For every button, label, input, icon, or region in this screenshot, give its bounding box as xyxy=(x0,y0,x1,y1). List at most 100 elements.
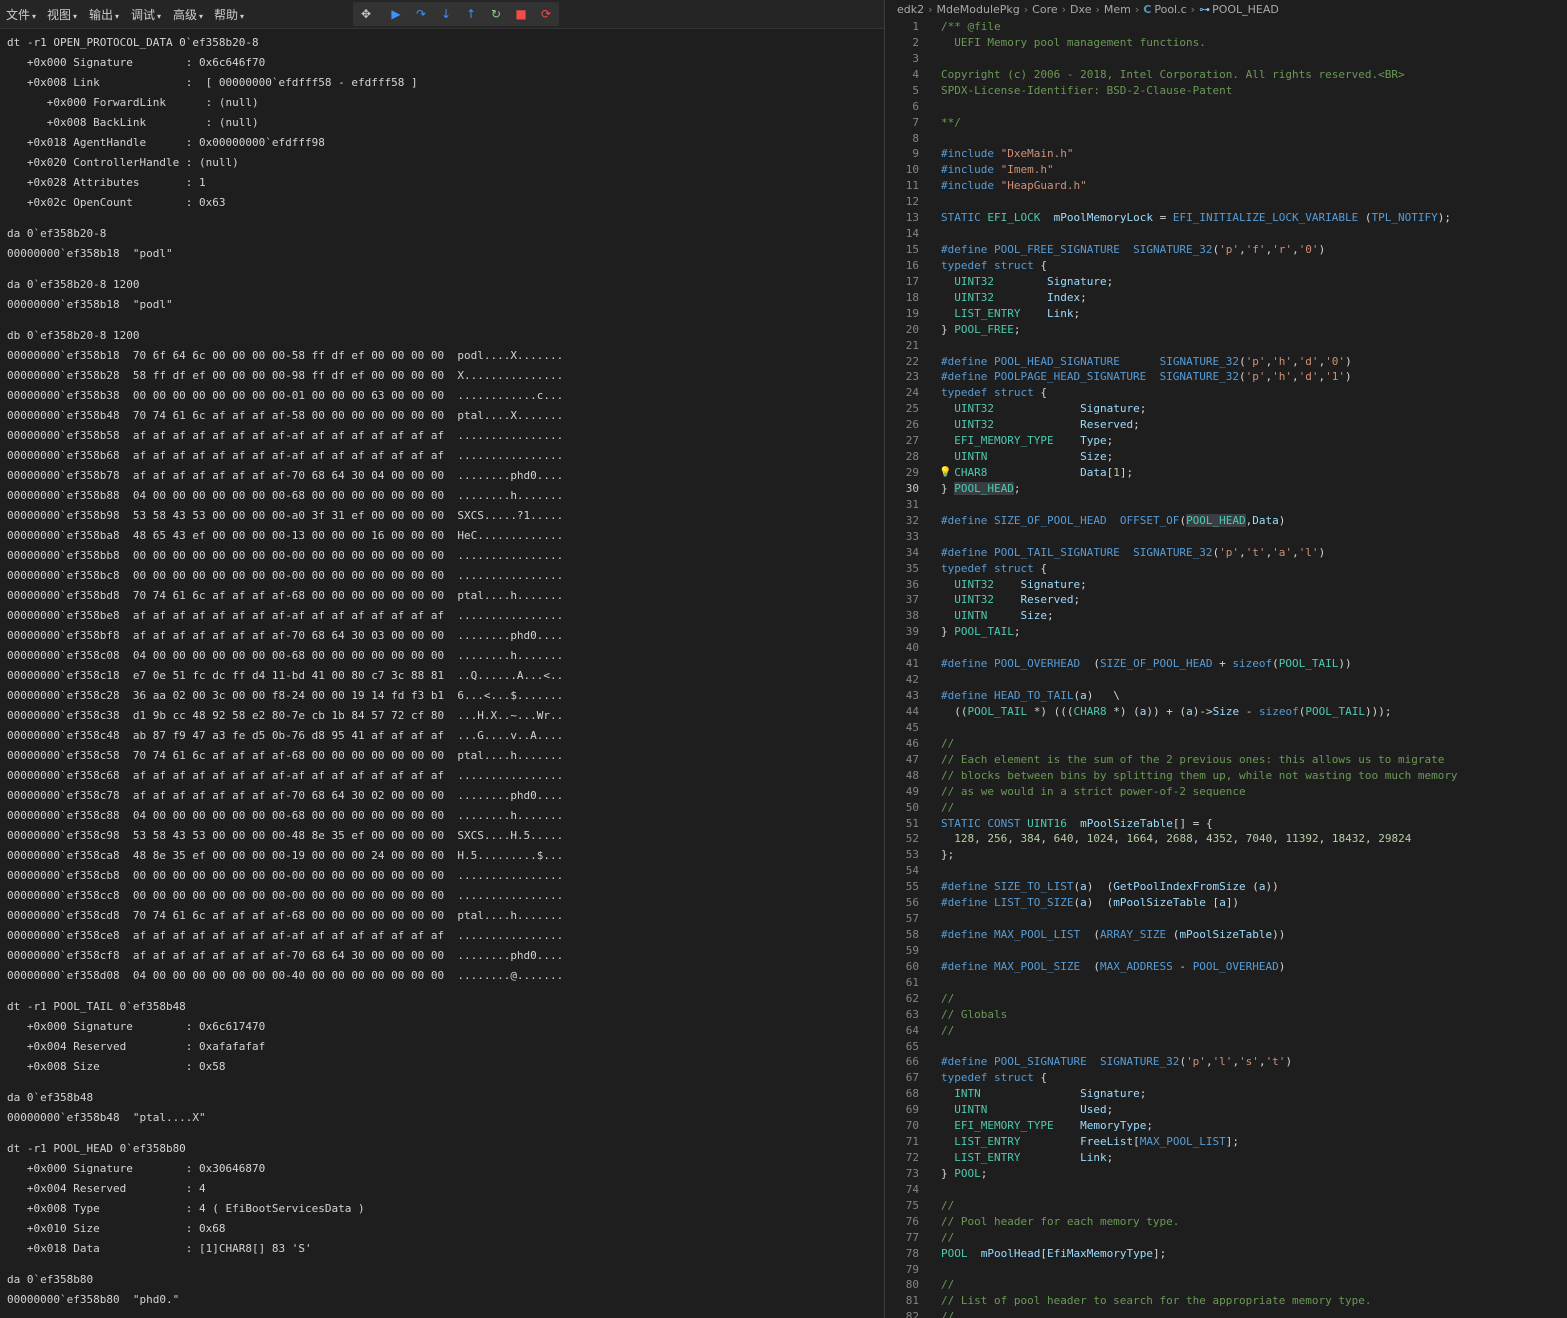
menu-item-label: 视图 xyxy=(47,8,72,22)
menu-item-label: 输出 xyxy=(89,8,114,22)
line-number: 56 xyxy=(905,896,919,910)
stop-icon[interactable]: ■ xyxy=(512,5,530,23)
menu-item[interactable]: 输出 ▾ xyxy=(89,6,119,23)
line-number: 48 xyxy=(905,768,919,782)
menu-item[interactable]: 文件 ▾ xyxy=(6,6,36,23)
disconnect-icon[interactable]: ⟳ xyxy=(537,5,555,23)
menu-item[interactable]: 调试 ▾ xyxy=(131,6,161,23)
console-line: 00000000`ef358b38 00 00 00 00 00 00 00 0… xyxy=(7,389,564,402)
menu-item-label: 文件 xyxy=(6,8,31,22)
breadcrumb-item[interactable]: MdeModulePkg xyxy=(937,3,1020,16)
console-line: +0x000 Signature : 0x6c646f70 xyxy=(7,56,266,69)
restart-icon[interactable]: ↻ xyxy=(487,5,505,23)
line-number: 6 xyxy=(912,99,919,113)
console-line: 00000000`ef358b98 53 58 43 53 00 00 00 0… xyxy=(7,509,564,522)
console-line: +0x000 Signature : 0x6c617470 xyxy=(7,1020,266,1033)
line-number: 75 xyxy=(905,1198,919,1212)
code-text: // xyxy=(941,1310,955,1318)
line-number: 46 xyxy=(905,736,919,750)
code-text: UINT32 Signature; xyxy=(954,577,1087,591)
line-number: 52 xyxy=(905,832,919,846)
console-line: 00000000`ef358ba8 48 65 43 ef 00 00 00 0… xyxy=(7,529,564,542)
code-text: STATIC EFI_LOCK mPoolMemoryLock = EFI_IN… xyxy=(941,211,1451,225)
code-text: #include "HeapGuard.h" xyxy=(941,179,1087,193)
code-text: // xyxy=(941,1278,955,1292)
line-number: 55 xyxy=(905,880,919,894)
console-line: 00000000`ef358c18 e7 0e 51 fc dc ff d4 1… xyxy=(7,669,564,682)
continue-icon[interactable]: ▶ xyxy=(387,5,405,23)
console-line: 00000000`ef358c98 53 58 43 53 00 00 00 0… xyxy=(7,829,564,842)
line-number: 25 xyxy=(905,402,919,416)
breadcrumb-item[interactable]: edk2 xyxy=(897,3,924,16)
code-text: // blocks between bins by splitting them… xyxy=(941,768,1458,782)
console-line: 00000000`ef358b58 af af af af af af af a… xyxy=(7,429,564,442)
code-text: #define POOL_FREE_SIGNATURE SIGNATURE_32… xyxy=(941,243,1326,257)
console-line: 00000000`ef358bb8 00 00 00 00 00 00 00 0… xyxy=(7,549,564,562)
move-handle-icon[interactable]: ✥ xyxy=(357,5,375,23)
console-line: 00000000`ef358c48 ab 87 f9 47 a3 fe d5 0… xyxy=(7,729,564,742)
code-text: } POOL_HEAD; xyxy=(941,481,1021,495)
code-text: // xyxy=(941,736,955,750)
console-line: da 0`ef358b20-8 1200 xyxy=(7,278,140,291)
line-number: 41 xyxy=(905,657,919,671)
lightbulb-icon[interactable]: 💡 xyxy=(939,465,951,481)
console-line: 00000000`ef358ca8 48 8e 35 ef 00 00 00 0… xyxy=(7,849,564,862)
code-text: UINTN Size; xyxy=(954,609,1054,623)
console-line: da 0`ef358b80 xyxy=(7,1273,94,1286)
line-number: 79 xyxy=(905,1262,919,1276)
code-text: } POOL_TAIL; xyxy=(941,625,1021,639)
menu-item[interactable]: 高级 ▾ xyxy=(173,6,203,23)
c-file-icon: C xyxy=(1143,3,1152,16)
line-number: 81 xyxy=(905,1294,919,1308)
line-number: 15 xyxy=(905,243,919,257)
code-text: // xyxy=(941,1023,955,1037)
breadcrumb-item[interactable]: Dxe xyxy=(1070,3,1091,16)
console-line: +0x008 BackLink : (null) xyxy=(7,116,259,129)
code-text: Copyright (c) 2006 - 2018, Intel Corpora… xyxy=(941,67,1405,81)
line-number: 28 xyxy=(905,450,919,464)
struct-symbol-icon: ⊶ xyxy=(1199,3,1211,16)
code-text: CHAR8 Data[1]; xyxy=(954,466,1134,480)
line-number: 13 xyxy=(905,211,919,225)
menu-item-label: 帮助 xyxy=(214,8,239,22)
line-number: 9 xyxy=(912,147,919,161)
console-line: 00000000`ef358c78 af af af af af af af a… xyxy=(7,789,564,802)
console-line: 00000000`ef358cf8 af af af af af af af a… xyxy=(7,949,564,962)
line-number: 34 xyxy=(905,545,919,559)
code-text: #define POOL_SIGNATURE SIGNATURE_32('p',… xyxy=(941,1055,1293,1069)
breadcrumb-item[interactable]: POOL_HEAD xyxy=(1212,3,1279,16)
line-number: 40 xyxy=(905,641,919,655)
code-text: // Globals xyxy=(941,1007,1008,1021)
line-number: 22 xyxy=(905,354,919,368)
step-into-icon[interactable]: ↓ xyxy=(437,5,455,23)
line-number: 14 xyxy=(905,227,919,241)
code-text: // xyxy=(941,800,955,814)
line-number: 20 xyxy=(905,322,919,336)
line-number: 63 xyxy=(905,1007,919,1021)
code-text: /** @file xyxy=(941,20,1001,33)
debugger-pane: 文件 ▾ 视图 ▾ 输出 ▾ 调试 ▾ 高级 ▾ 帮助 ▾ ✥ ▶ ↷ ↓ ↑ ↻ ■ ⟳ dt -r1 OPEN_… xyxy=(0,0,884,1318)
console-line: 00000000`ef358b48 70 74 61 6c af af af a… xyxy=(7,409,564,422)
code-text: #define MAX_POOL_SIZE (MAX_ADDRESS - POO… xyxy=(941,959,1286,973)
menu-item[interactable]: 帮助 ▾ xyxy=(214,6,244,23)
line-number: 38 xyxy=(905,609,919,623)
line-number: 1 xyxy=(912,20,919,33)
line-number: 5 xyxy=(912,83,919,97)
breadcrumb-item[interactable]: Pool.c xyxy=(1154,3,1186,16)
line-number: 65 xyxy=(905,1039,919,1053)
code-text: #define SIZE_OF_POOL_HEAD OFFSET_OF(POOL… xyxy=(941,513,1286,527)
chevron-right-icon: › xyxy=(1095,3,1100,16)
breadcrumb: edk2 › MdeModulePkg › Core › Dxe › Mem › C Pool.c › ⊶… xyxy=(897,3,1279,19)
code-text: // Each element is the sum of the 2 prev… xyxy=(941,752,1445,766)
console-line: +0x02c OpenCount : 0x63 xyxy=(7,196,226,209)
code-editor-pane: edk2 › MdeModulePkg › Core › Dxe › Mem › C Pool.c › ⊶… xyxy=(885,0,1567,1318)
step-out-icon[interactable]: ↑ xyxy=(462,5,480,23)
breadcrumb-item[interactable]: Core xyxy=(1032,3,1057,16)
console-line: +0x020 ControllerHandle : (null) xyxy=(7,156,239,169)
breadcrumb-item[interactable]: Mem xyxy=(1104,3,1131,16)
menu-item[interactable]: 视图 ▾ xyxy=(47,6,77,23)
console-line: 00000000`ef358cb8 00 00 00 00 00 00 00 0… xyxy=(7,869,564,882)
code-text: #define POOLPAGE_HEAD_SIGNATURE SIGNATUR… xyxy=(941,370,1352,384)
chevron-right-icon: › xyxy=(1061,3,1067,16)
step-over-icon[interactable]: ↷ xyxy=(412,5,430,23)
